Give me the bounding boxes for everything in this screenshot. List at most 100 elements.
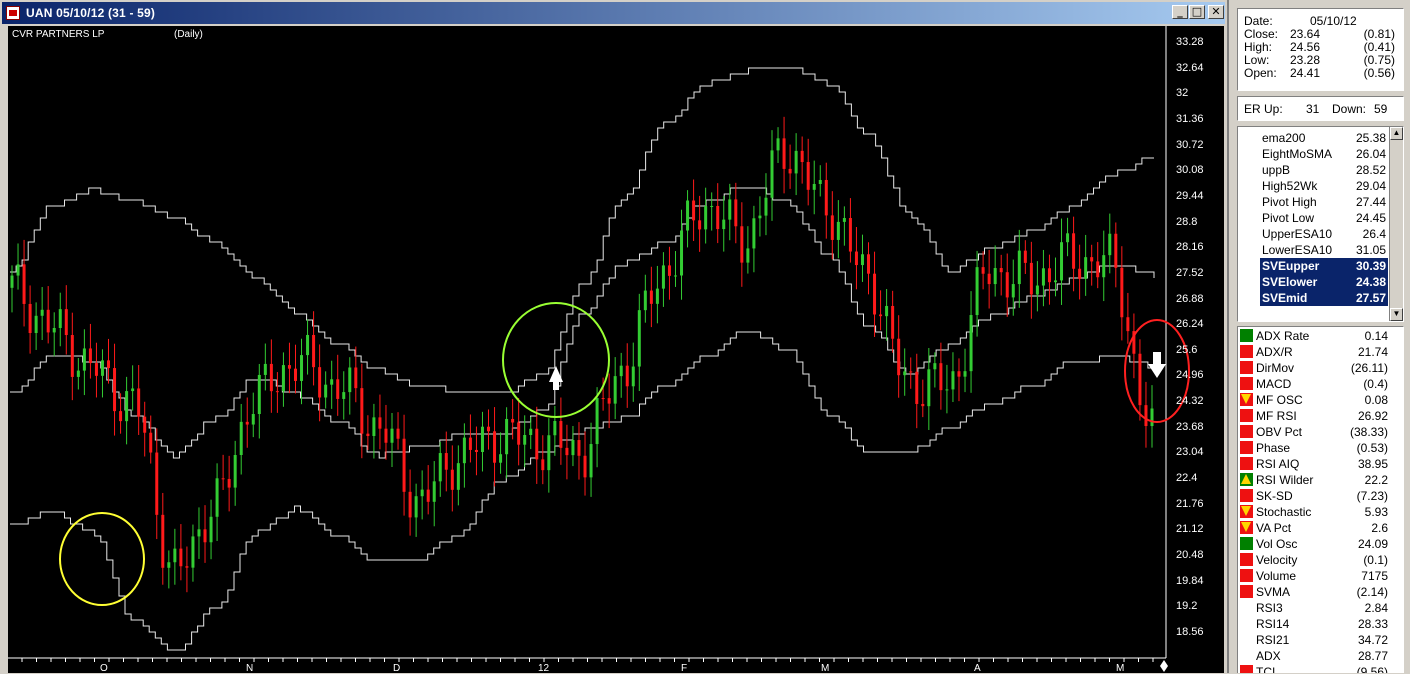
indicator-item[interactable]: RSI3 2.84: [1240, 600, 1390, 616]
quote-label: Open:: [1244, 66, 1277, 80]
candle-down: [46, 309, 50, 333]
study-name: Pivot High: [1262, 195, 1317, 209]
indicator-value: 22.2: [1364, 473, 1388, 487]
signal-marker-icon: [1240, 505, 1253, 518]
er-box: ER Up: 31 Down: 59: [1237, 96, 1404, 121]
candle-down: [957, 371, 961, 377]
scroll-down-button[interactable]: ▼: [1390, 308, 1403, 321]
indicator-item[interactable]: MACD (0.4): [1240, 376, 1390, 392]
indicator-item[interactable]: MF RSI 26.92: [1240, 408, 1390, 424]
date-label: Date:: [1244, 14, 1273, 28]
study-name: LowerESA10: [1262, 243, 1333, 257]
study-item[interactable]: Pivot Low 24.45: [1260, 210, 1388, 226]
study-item[interactable]: Pivot High 27.44: [1260, 194, 1388, 210]
indicator-value: 21.74: [1357, 345, 1388, 359]
candle-down: [1126, 317, 1130, 332]
indicator-item[interactable]: SK-SD (7.23): [1240, 488, 1390, 504]
study-value: 27.44: [1355, 195, 1386, 209]
candle-down: [1114, 233, 1118, 268]
study-item[interactable]: ema200 25.38: [1260, 130, 1388, 146]
chart-canvas[interactable]: [8, 26, 1224, 673]
study-item[interactable]: High52Wk 29.04: [1260, 178, 1388, 194]
minimize-button[interactable]: _: [1172, 5, 1188, 19]
study-item[interactable]: UpperESA10 26.4: [1260, 226, 1388, 242]
candle-down: [909, 371, 913, 373]
study-value: 31.05: [1355, 243, 1386, 257]
close-button[interactable]: ✕: [1208, 5, 1224, 19]
title-bar[interactable]: UAN 05/10/12 (31 - 59) _ □ ✕: [2, 2, 1225, 24]
indicator-list[interactable]: ADX Rate 0.14 ADX/R 21.74 DirMov (26.11) MACD (…: [1237, 326, 1404, 673]
SVEupper-band-line: [10, 67, 1154, 393]
indicator-name: SK-SD: [1256, 489, 1293, 503]
study-value: 30.39: [1355, 259, 1386, 273]
indicator-name: MF OSC: [1256, 393, 1303, 407]
candle-up: [306, 334, 310, 356]
indicator-value: 2.84: [1364, 601, 1388, 615]
y-tick-label: 19.84: [1176, 574, 1204, 587]
candle-up: [794, 150, 798, 174]
study-item[interactable]: EightMoSMA 26.04: [1260, 146, 1388, 162]
er-down-value: 59: [1374, 102, 1388, 116]
study-item[interactable]: SVEmid 27.57: [1260, 290, 1388, 306]
indicator-item[interactable]: Volume 7175: [1240, 568, 1390, 584]
er-down-label: Down:: [1332, 102, 1367, 116]
indicator-item[interactable]: RSI21 34.72: [1240, 632, 1390, 648]
indicator-item[interactable]: RSI AIQ 38.95: [1240, 456, 1390, 472]
indicator-item[interactable]: RSI Wilder 22.2: [1240, 472, 1390, 488]
indicator-value: 24.09: [1357, 537, 1388, 551]
candle-up: [263, 363, 267, 375]
indicator-value: (2.14): [1356, 585, 1388, 599]
indicator-item[interactable]: RSI14 28.33: [1240, 616, 1390, 632]
candle-up: [764, 197, 768, 216]
chart-window: UAN 05/10/12 (31 - 59) _ □ ✕ CVR PARTNER…: [0, 0, 1229, 674]
indicator-value: (38.33): [1349, 425, 1388, 439]
price-chart[interactable]: CVR PARTNERS LP (Daily) 33.28 32.64 32 31.3…: [8, 26, 1224, 674]
candle-down: [426, 489, 430, 502]
y-tick-label: 30.72: [1176, 138, 1204, 151]
SVElower-band-line: [10, 331, 1154, 651]
candle-down: [402, 438, 406, 492]
candle-up: [752, 218, 756, 249]
study-item[interactable]: SVElower 24.38: [1260, 274, 1388, 290]
candle-down: [155, 452, 159, 515]
candle-up: [619, 365, 623, 377]
study-item[interactable]: uppB 28.52: [1260, 162, 1388, 178]
candle-down: [517, 422, 521, 445]
indicator-item[interactable]: ADX Rate 0.14: [1240, 328, 1390, 344]
candle-down: [830, 215, 834, 240]
indicator-item[interactable]: DirMov (26.11): [1240, 360, 1390, 376]
study-name: SVEupper: [1262, 259, 1320, 273]
candle-down: [1023, 250, 1027, 263]
candle-up: [58, 309, 62, 328]
indicator-item[interactable]: Vol Osc 24.09: [1240, 536, 1390, 552]
candle-up: [812, 183, 816, 190]
quote-value: 24.41: [1290, 66, 1321, 80]
candle-down: [649, 290, 653, 304]
study-list-scrollbar[interactable]: ▲ ▼: [1389, 127, 1403, 321]
study-list[interactable]: ema200 25.38 EightMoSMA 26.04 uppB 28.52 High5…: [1237, 126, 1404, 322]
indicator-value: 28.33: [1357, 617, 1388, 631]
indicator-item[interactable]: TCI (9.56): [1240, 664, 1390, 673]
indicator-item[interactable]: MF OSC 0.08: [1240, 392, 1390, 408]
indicator-item[interactable]: Velocity (0.1): [1240, 552, 1390, 568]
indicator-item[interactable]: ADX/R 21.74: [1240, 344, 1390, 360]
quote-change: (0.81): [1363, 27, 1395, 41]
x-tick-label: 12: [538, 663, 550, 674]
app-icon: [6, 6, 20, 20]
study-item[interactable]: SVEupper 30.39: [1260, 258, 1388, 274]
indicator-item[interactable]: ADX 28.77: [1240, 648, 1390, 664]
indicator-item[interactable]: SVMA (2.14): [1240, 584, 1390, 600]
maximize-button[interactable]: □: [1189, 5, 1205, 19]
candle-up: [10, 275, 14, 288]
indicator-item[interactable]: Stochastic 5.93: [1240, 504, 1390, 520]
indicator-item[interactable]: Phase (0.53): [1240, 440, 1390, 456]
indicator-value: 34.72: [1357, 633, 1388, 647]
signal-marker-icon: [1240, 649, 1253, 662]
candle-down: [867, 254, 871, 274]
study-item[interactable]: LowerESA10 31.05: [1260, 242, 1388, 258]
indicator-item[interactable]: VA Pct 2.6: [1240, 520, 1390, 536]
indicator-item[interactable]: OBV Pct (38.33): [1240, 424, 1390, 440]
scroll-up-button[interactable]: ▲: [1390, 127, 1403, 140]
signal-marker-icon: [1240, 601, 1253, 614]
candle-down: [366, 433, 370, 436]
